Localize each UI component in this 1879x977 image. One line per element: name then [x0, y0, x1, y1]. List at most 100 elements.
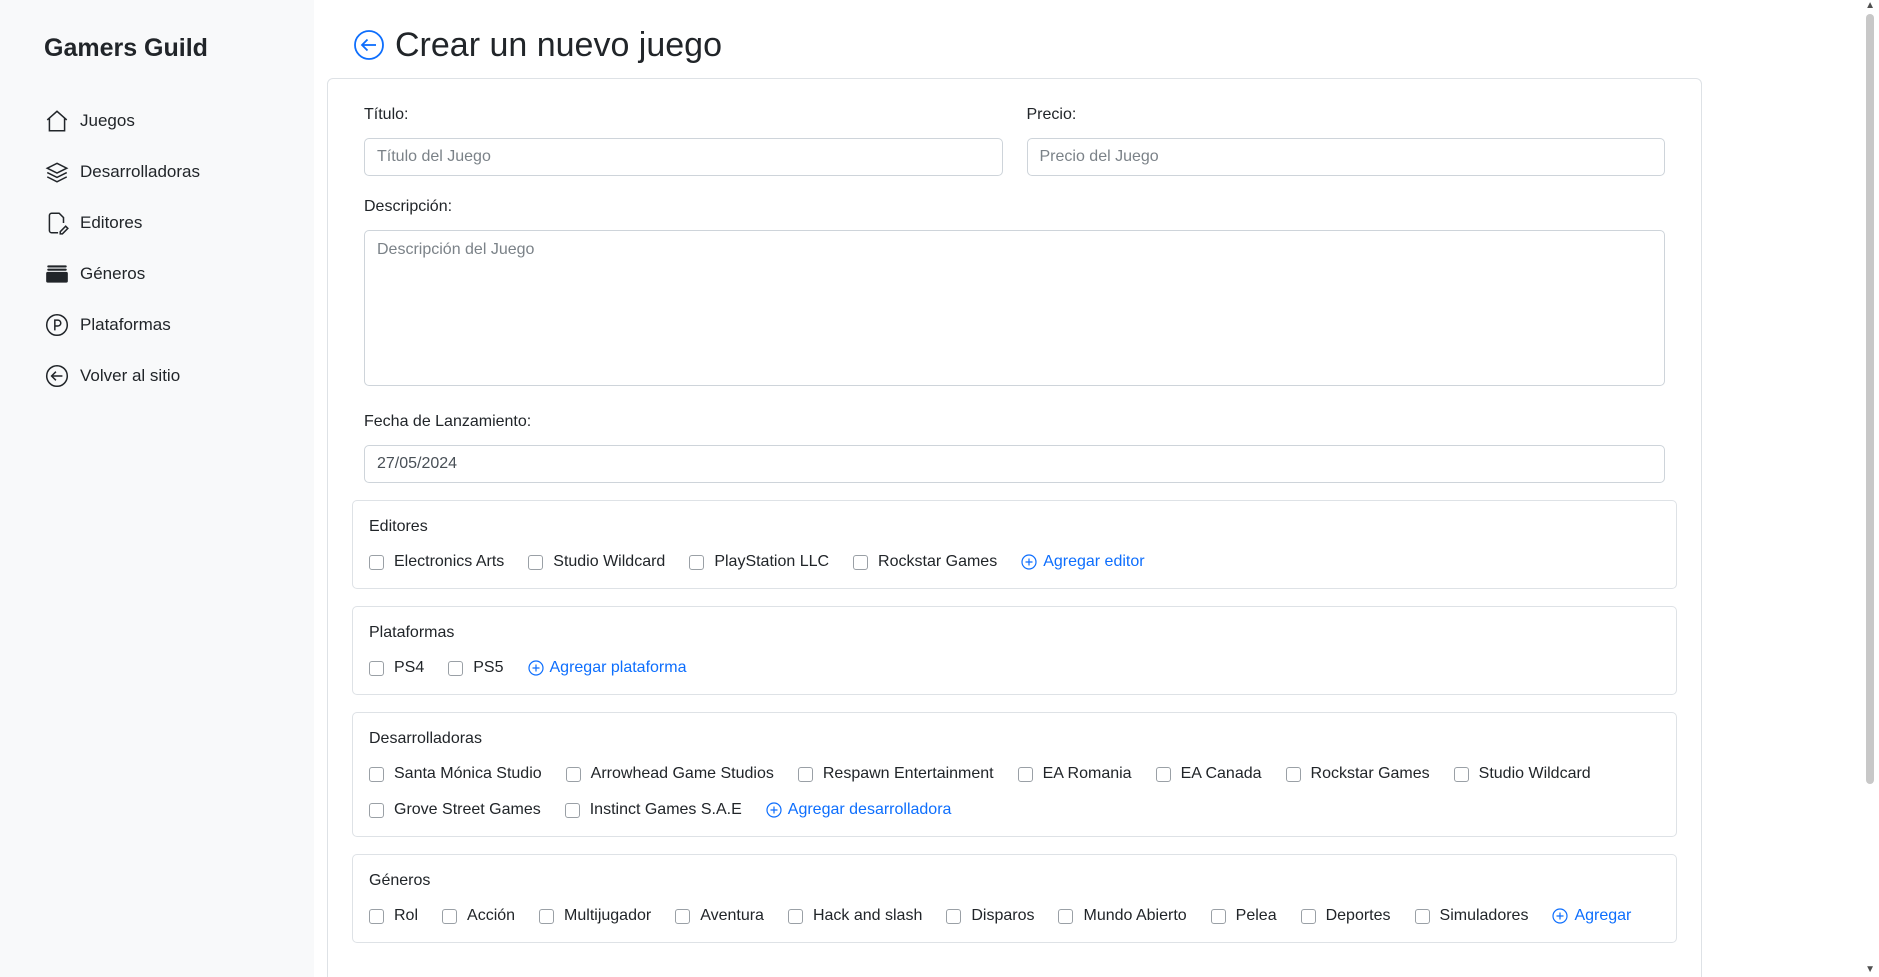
checkbox[interactable]	[1285, 766, 1301, 782]
desarrolladora-checkbox-item[interactable]: EA Canada	[1155, 762, 1262, 786]
checkbox-label: Rockstar Games	[1310, 765, 1430, 782]
genero-checkbox-item[interactable]: Acción	[442, 904, 515, 928]
checkbox[interactable]	[369, 554, 384, 570]
sidebar-item-juegos[interactable]: Juegos	[44, 95, 314, 146]
back-arrow-icon[interactable]	[353, 29, 385, 61]
generos-checklist: Rol Acción Multijugador Aventura Hack an…	[369, 904, 1660, 928]
sidebar-item-label: Juegos	[80, 110, 135, 130]
desarrolladora-checkbox-item[interactable]: Arrowhead Game Studios	[565, 762, 774, 786]
checkbox[interactable]	[1414, 908, 1430, 924]
desarrolladora-checkbox-item[interactable]: EA Romania	[1017, 762, 1132, 786]
checkbox[interactable]	[1210, 908, 1226, 924]
checkbox-label: Acción	[467, 907, 516, 924]
plataformas-title: Plataformas	[369, 624, 455, 641]
checkbox-label: Aventura	[700, 907, 764, 924]
checkbox[interactable]	[787, 908, 803, 924]
checkbox-label: EA Romania	[1042, 765, 1132, 782]
desarrolladora-checkbox-item[interactable]: Santa Mónica Studio	[369, 762, 542, 786]
desarrolladora-checkbox-item[interactable]: Instinct Games S.A.E	[564, 798, 742, 822]
sidebar-item-editores[interactable]: Editores	[44, 197, 314, 248]
fecha-input[interactable]	[364, 445, 1665, 483]
plataforma-checkbox-item[interactable]: PS4	[369, 656, 424, 680]
editor-checkbox-item[interactable]: Electronics Arts	[369, 550, 504, 574]
checkbox[interactable]	[797, 766, 813, 782]
editores-title: Editores	[369, 518, 428, 535]
checkbox[interactable]	[564, 802, 580, 818]
editores-checklist: Electronics Arts Studio Wildcard PlaySta…	[369, 550, 1660, 574]
checkbox-label: Santa Mónica Studio	[394, 765, 542, 782]
editor-checkbox-item[interactable]: Studio Wildcard	[528, 550, 665, 574]
checkbox[interactable]	[369, 766, 384, 782]
checkbox[interactable]	[369, 660, 384, 676]
checkbox[interactable]	[853, 554, 869, 570]
genero-checkbox-item[interactable]: Deportes	[1300, 904, 1391, 928]
checkbox[interactable]	[539, 908, 555, 924]
titulo-input[interactable]	[364, 138, 1003, 176]
genero-checkbox-item[interactable]: Aventura	[675, 904, 764, 928]
sidebar-item-generos[interactable]: Géneros	[44, 248, 314, 299]
checkbox-label: Studio Wildcard	[1478, 765, 1591, 782]
checkbox[interactable]	[528, 554, 544, 570]
genero-checkbox-item[interactable]: Pelea	[1210, 904, 1277, 928]
checkbox[interactable]	[1017, 766, 1033, 782]
fecha-label: Fecha de Lanzamiento:	[364, 413, 532, 430]
checkbox[interactable]	[1155, 766, 1171, 782]
genero-checkbox-item[interactable]: Rol	[369, 904, 418, 928]
plataformas-group: Plataformas PS4 PS5 Agregar plataforma	[352, 606, 1677, 695]
generos-group: Géneros Rol Acción Multijugador Aventura…	[352, 854, 1677, 943]
genero-checkbox-item[interactable]: Mundo Abierto	[1058, 904, 1187, 928]
desarrolladora-checkbox-item[interactable]: Studio Wildcard	[1453, 762, 1591, 786]
checkbox[interactable]	[565, 766, 581, 782]
checkbox[interactable]	[369, 908, 384, 924]
desarrolladoras-group: Desarrolladoras Santa Mónica Studio Arro…	[352, 712, 1677, 837]
sidebar-item-desarrolladoras[interactable]: Desarrolladoras	[44, 146, 314, 197]
checkbox[interactable]	[369, 802, 384, 818]
precio-group: Precio:	[1026, 106, 1665, 176]
sidebar-item-label: Géneros	[80, 263, 146, 283]
checkbox-label: Deportes	[1325, 907, 1391, 924]
plataforma-checkbox-item[interactable]: PS5	[448, 656, 504, 680]
descripcion-textarea[interactable]	[364, 230, 1665, 386]
add-genero-link[interactable]: Agregar	[1552, 907, 1631, 925]
scroll-thumb[interactable]	[1866, 14, 1874, 784]
checkbox-label: Hack and slash	[812, 907, 923, 924]
editor-checkbox-item[interactable]: PlayStation LLC	[689, 550, 829, 574]
precio-input[interactable]	[1026, 138, 1665, 176]
checkbox[interactable]	[1058, 908, 1074, 924]
checkbox-label: Mundo Abierto	[1083, 907, 1187, 924]
genero-checkbox-item[interactable]: Multijugador	[539, 904, 651, 928]
checkbox-label: Respawn Entertainment	[822, 765, 994, 782]
checkbox[interactable]	[442, 908, 458, 924]
editores-group: Editores Electronics Arts Studio Wildcar…	[352, 500, 1677, 589]
checkbox-label: Rockstar Games	[878, 553, 998, 570]
checkbox[interactable]	[946, 908, 962, 924]
page-scrollbar[interactable]: ▲ ▼	[1861, 0, 1879, 977]
desarrolladora-checkbox-item[interactable]: Rockstar Games	[1285, 762, 1430, 786]
checkbox[interactable]	[1300, 908, 1316, 924]
scroll-up-icon[interactable]: ▲	[1865, 0, 1875, 11]
scroll-down-icon[interactable]: ▼	[1865, 964, 1875, 975]
checkbox[interactable]	[1453, 766, 1469, 782]
add-editor-label: Agregar editor	[1043, 553, 1145, 570]
desarrolladora-checkbox-item[interactable]: Respawn Entertainment	[797, 762, 994, 786]
genero-checkbox-item[interactable]: Hack and slash	[787, 904, 923, 928]
checkbox-label: Studio Wildcard	[553, 553, 666, 570]
checkbox[interactable]	[448, 660, 464, 676]
genero-checkbox-item[interactable]: Disparos	[946, 904, 1034, 928]
sidebar-item-volver[interactable]: Volver al sitio	[44, 350, 314, 401]
checkbox[interactable]	[689, 554, 705, 570]
checkbox-label: Simuladores	[1439, 907, 1529, 924]
genero-checkbox-item[interactable]: Simuladores	[1414, 904, 1529, 928]
desarrolladora-checkbox-item[interactable]: Grove Street Games	[369, 798, 541, 822]
file-pen-icon	[48, 211, 69, 235]
editor-checkbox-item[interactable]: Rockstar Games	[853, 550, 997, 574]
add-desarrolladora-link[interactable]: Agregar desarrolladora	[766, 801, 951, 819]
sidebar-item-plataformas[interactable]: Plataformas	[44, 299, 314, 350]
checkbox[interactable]	[675, 908, 691, 924]
add-editor-link[interactable]: Agregar editor	[1021, 553, 1145, 571]
checkbox-label: Multijugador	[564, 907, 652, 924]
precio-label: Precio:	[1026, 106, 1077, 123]
checkbox-label: Instinct Games S.A.E	[589, 801, 742, 818]
page-title: Crear un nuevo juego	[395, 25, 723, 64]
add-plataforma-link[interactable]: Agregar plataforma	[527, 659, 686, 677]
